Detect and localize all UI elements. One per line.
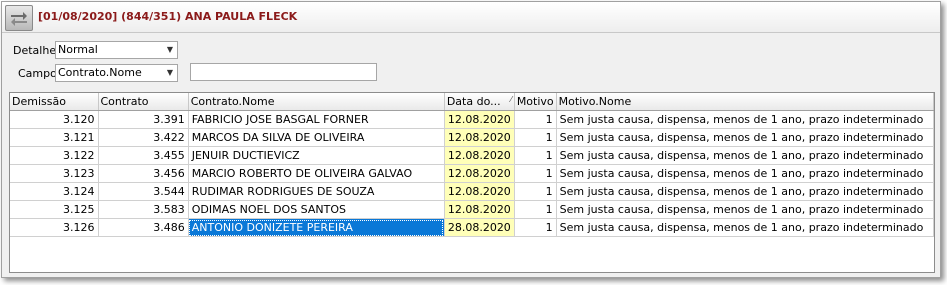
- table-row[interactable]: 3.125 3.583 ODIMAS NOEL DOS SANTOS 12.08…: [10, 200, 934, 219]
- cell-demissao: 3.122: [10, 146, 99, 165]
- campo-value: Contrato.Nome: [58, 66, 142, 79]
- campo-select[interactable]: Contrato.Nome ▼: [55, 64, 178, 82]
- cell-motivo: 1: [514, 200, 557, 219]
- cell-motivo: 1: [514, 110, 557, 129]
- cell-contrato: 3.456: [98, 164, 189, 183]
- cell-demissao: 3.123: [10, 164, 99, 183]
- results-grid[interactable]: Demissão Contrato Contrato.Nome Data do.…: [9, 92, 935, 273]
- cell-motivo-nome: Sem justa causa, dispensa, menos de 1 an…: [556, 182, 934, 201]
- cell-data: 12.08.2020: [444, 146, 515, 165]
- detalhe-select[interactable]: Normal ▼: [55, 41, 178, 59]
- cell-contrato: 3.486: [98, 218, 189, 237]
- table-row[interactable]: 3.122 3.455 JENUIR DUCTIEVICZ 12.08.2020…: [10, 146, 934, 165]
- cell-data: 12.08.2020: [444, 164, 515, 183]
- table-row[interactable]: 3.123 3.456 MARCIO ROBERTO DE OLIVEIRA G…: [10, 164, 934, 183]
- table-row-selected[interactable]: 3.126 3.486 ANTONIO DONIZETE PEREIRA 28.…: [10, 218, 934, 237]
- cell-contrato-nome: MARCOS DA SILVA DE OLIVEIRA: [188, 128, 445, 147]
- cell-demissao: 3.124: [10, 182, 99, 201]
- cell-motivo-nome: Sem justa causa, dispensa, menos de 1 an…: [556, 200, 934, 219]
- cell-contrato: 3.391: [98, 110, 189, 129]
- cell-contrato: 3.422: [98, 128, 189, 147]
- swap-arrows-icon[interactable]: [5, 5, 33, 31]
- column-header-contrato-nome[interactable]: Contrato.Nome: [188, 93, 445, 111]
- cell-data: 12.08.2020: [444, 182, 515, 201]
- cell-contrato-nome: FABRICIO JOSE BASGAL FORNER: [188, 110, 445, 129]
- cell-contrato-nome: ODIMAS NOEL DOS SANTOS: [188, 200, 445, 219]
- cell-contrato-nome: MARCIO ROBERTO DE OLIVEIRA GALVAO: [188, 164, 445, 183]
- table-row[interactable]: 3.121 3.422 MARCOS DA SILVA DE OLIVEIRA …: [10, 128, 934, 147]
- cell-motivo-nome: Sem justa causa, dispensa, menos de 1 an…: [556, 110, 934, 129]
- report-window: [01/08/2020] (844/351) ANA PAULA FLECK D…: [1, 1, 941, 278]
- column-header-demissao[interactable]: Demissão: [10, 93, 99, 111]
- campo-label: Campo: [18, 67, 57, 80]
- search-input[interactable]: [190, 63, 377, 81]
- detalhe-value: Normal: [58, 43, 98, 56]
- cell-motivo: 1: [514, 164, 557, 183]
- table-row[interactable]: 3.124 3.544 RUDIMAR RODRIGUES DE SOUZA 1…: [10, 182, 934, 201]
- chevron-down-icon: ▼: [166, 45, 173, 54]
- cell-demissao: 3.120: [10, 110, 99, 129]
- cell-contrato: 3.583: [98, 200, 189, 219]
- sort-icon: ⁄: [510, 95, 512, 104]
- table-row[interactable]: 3.120 3.391 FABRICIO JOSE BASGAL FORNER …: [10, 110, 934, 129]
- cell-motivo-nome: Sem justa causa, dispensa, menos de 1 an…: [556, 164, 934, 183]
- header-row: Demissão Contrato Contrato.Nome Data do.…: [10, 93, 934, 111]
- cell-motivo: 1: [514, 128, 557, 147]
- cell-demissao: 3.126: [10, 218, 99, 237]
- cell-demissao: 3.125: [10, 200, 99, 219]
- results-table: Demissão Contrato Contrato.Nome Data do.…: [10, 93, 934, 237]
- window-title: [01/08/2020] (844/351) ANA PAULA FLECK: [38, 10, 298, 23]
- column-header-contrato[interactable]: Contrato: [98, 93, 189, 111]
- cell-data: 28.08.2020: [444, 218, 515, 237]
- detalhe-label: Detalhe: [13, 44, 57, 57]
- cell-data: 12.08.2020: [444, 128, 515, 147]
- cell-demissao: 3.121: [10, 128, 99, 147]
- cell-contrato: 3.455: [98, 146, 189, 165]
- cell-contrato-nome: JENUIR DUCTIEVICZ: [188, 146, 445, 165]
- chevron-down-icon: ▼: [166, 68, 173, 77]
- column-header-data-label: Data do...: [446, 95, 501, 108]
- cell-data: 12.08.2020: [444, 200, 515, 219]
- cell-motivo: 1: [514, 146, 557, 165]
- cell-motivo: 1: [514, 218, 557, 237]
- column-header-motivo-nome[interactable]: Motivo.Nome: [556, 93, 934, 111]
- cell-motivo-nome: Sem justa causa, dispensa, menos de 1 an…: [556, 128, 934, 147]
- cell-data: 12.08.2020: [444, 110, 515, 129]
- cell-motivo: 1: [514, 182, 557, 201]
- column-header-data[interactable]: Data do... ⁄: [444, 93, 515, 111]
- cell-contrato-nome: RUDIMAR RODRIGUES DE SOUZA: [188, 182, 445, 201]
- cell-motivo-nome: Sem justa causa, dispensa, menos de 1 an…: [556, 218, 934, 237]
- column-header-motivo[interactable]: Motivo: [514, 93, 557, 111]
- cell-contrato: 3.544: [98, 182, 189, 201]
- cell-contrato-nome-selected[interactable]: ANTONIO DONIZETE PEREIRA: [188, 218, 445, 237]
- title-bar: [01/08/2020] (844/351) ANA PAULA FLECK: [2, 2, 940, 33]
- cell-motivo-nome: Sem justa causa, dispensa, menos de 1 an…: [556, 146, 934, 165]
